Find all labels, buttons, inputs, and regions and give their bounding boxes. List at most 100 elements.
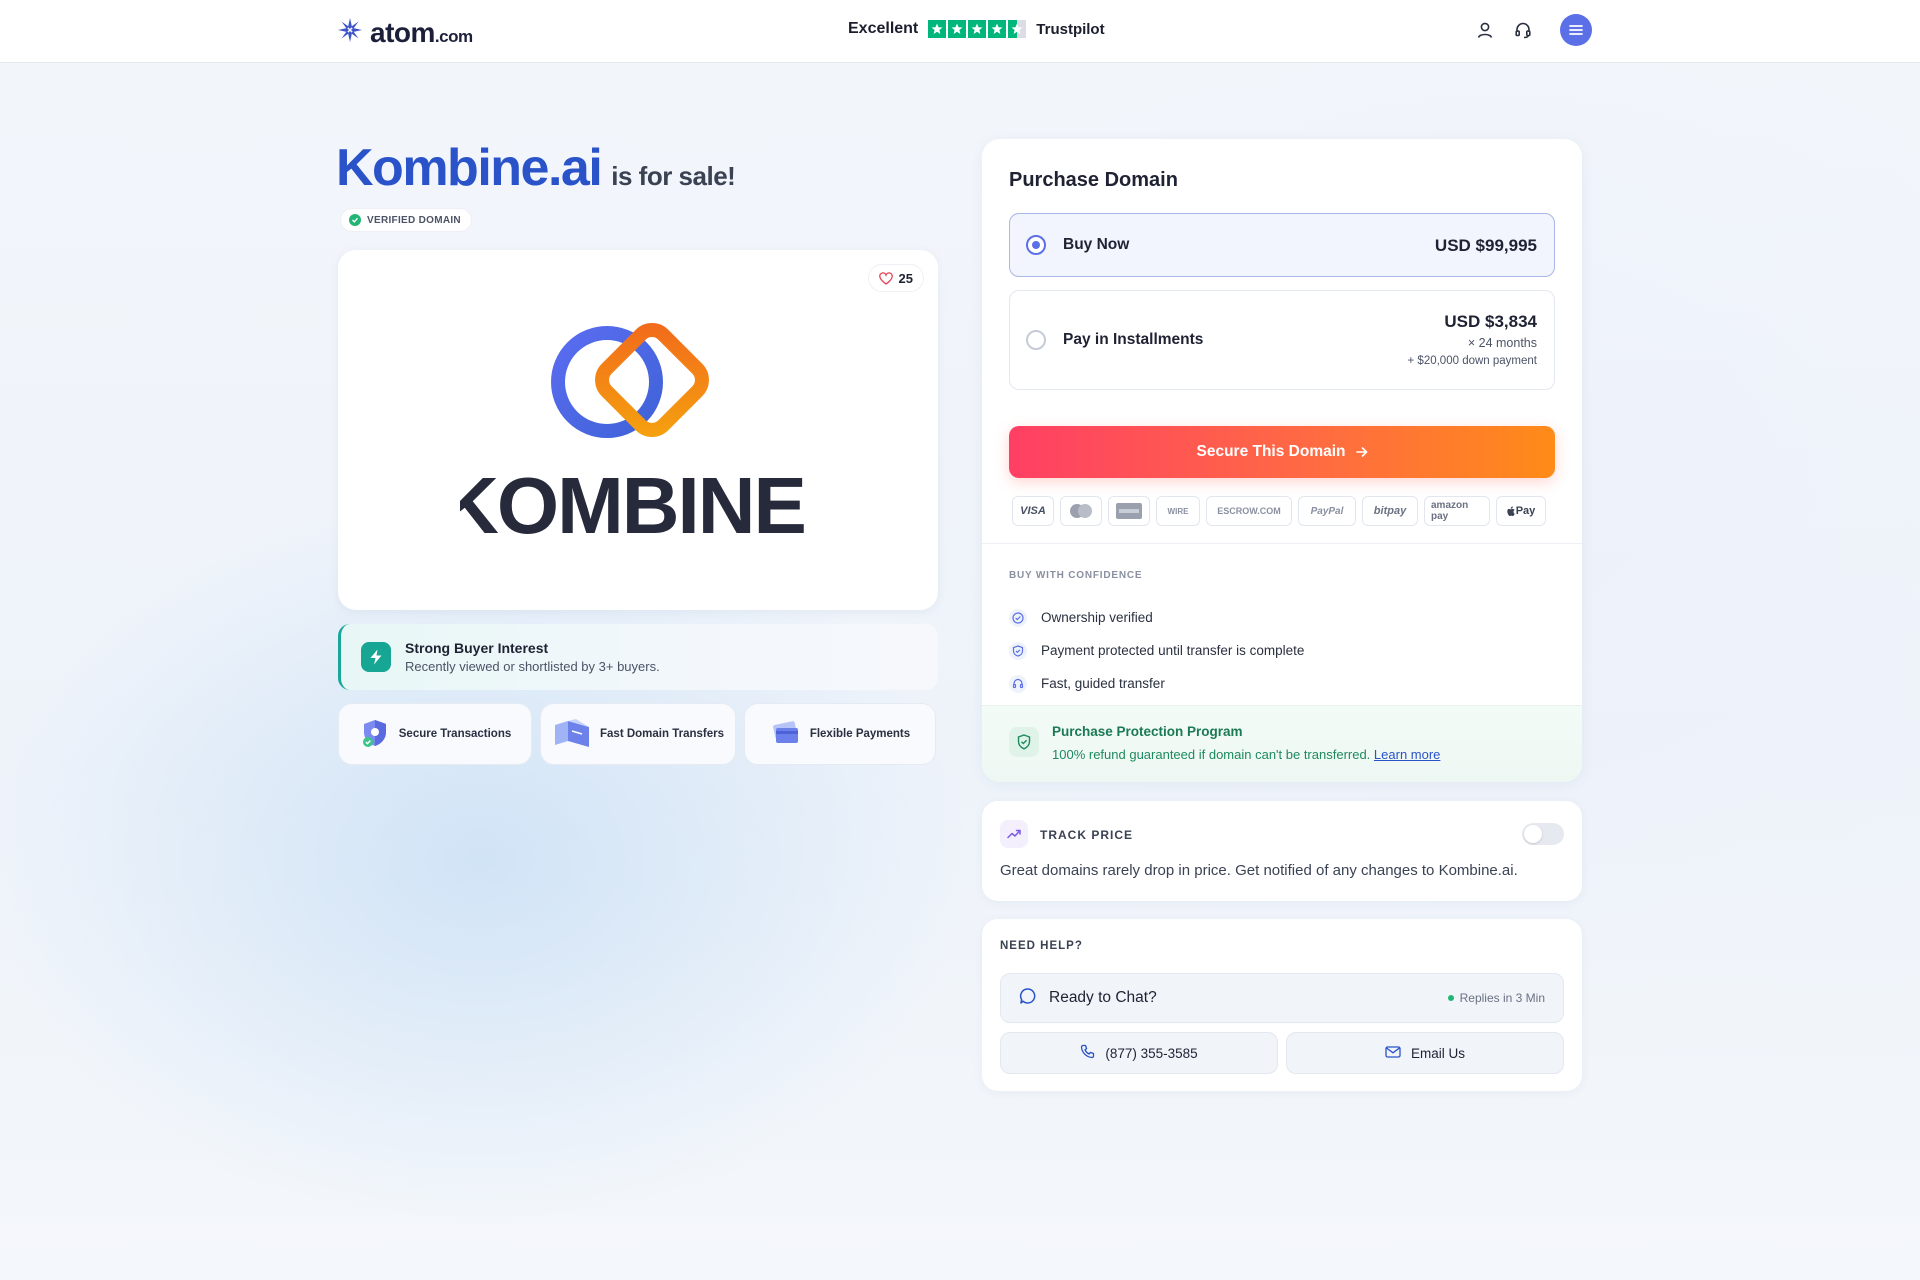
help-title: NEED HELP? bbox=[1000, 940, 1083, 952]
apple-pay-logo: Pay bbox=[1496, 496, 1546, 526]
divider bbox=[982, 543, 1582, 544]
chat-button[interactable]: Ready to Chat? Replies in 3 Min bbox=[1000, 973, 1564, 1023]
confidence-list: Ownership verified Payment protected unt… bbox=[1009, 601, 1304, 700]
purchase-panel: Purchase Domain Buy Now USD $99,995 Pay … bbox=[982, 139, 1582, 782]
radio-installments[interactable] bbox=[1026, 330, 1046, 350]
kombine-logo: KOMBINE bbox=[441, 318, 820, 550]
feature-label: Secure Transactions bbox=[398, 728, 512, 740]
headset-icon bbox=[1009, 674, 1027, 693]
online-indicator bbox=[1447, 995, 1454, 1001]
shield-icon bbox=[359, 717, 391, 752]
bitpay-logo: bitpay bbox=[1362, 496, 1418, 526]
buy-now-price: USD $99,995 bbox=[1434, 236, 1537, 255]
list-item: Ownership verified bbox=[1009, 601, 1304, 634]
domain-heading: Kombine.ai is for sale! bbox=[336, 138, 736, 198]
visa-logo: VISA bbox=[1012, 496, 1054, 526]
wire-transfer-logo: WIRE bbox=[1156, 496, 1200, 526]
escrow-logo: ESCROW.COM bbox=[1206, 496, 1292, 526]
domain-logo-card: 25 KOMBINE bbox=[338, 250, 938, 610]
installments-label: Pay in Installments bbox=[1063, 331, 1204, 348]
verified-badge: VERIFIED DOMAIN bbox=[340, 208, 472, 232]
menu-button[interactable] bbox=[1560, 14, 1592, 46]
shield-check-icon bbox=[1009, 641, 1027, 660]
trustpilot-brand: Trustpilot bbox=[1036, 20, 1105, 38]
for-sale-label: is for sale! bbox=[611, 161, 736, 191]
logo-wordmark-text: KOMBINE bbox=[460, 461, 805, 538]
track-price-title: TRACK PRICE bbox=[1040, 828, 1134, 842]
list-item: Payment protected until transfer is comp… bbox=[1009, 634, 1304, 667]
interest-subtitle: Recently viewed or shortlisted by 3+ buy… bbox=[405, 659, 660, 674]
track-price-toggle[interactable] bbox=[1522, 823, 1564, 845]
secure-domain-button[interactable]: Secure This Domain bbox=[1009, 426, 1555, 478]
option-installments[interactable]: Pay in Installments USD $3,834 × 24 mont… bbox=[1009, 290, 1555, 390]
star-icon bbox=[928, 20, 947, 38]
phone-button[interactable]: (877) 355-3585 bbox=[1000, 1032, 1278, 1074]
check-icon bbox=[349, 214, 361, 226]
email-label: Email Us bbox=[1410, 1045, 1465, 1061]
purchase-protection: Purchase Protection Program 100% refund … bbox=[982, 705, 1582, 782]
trustpilot-rating[interactable]: Excellent Trustpilot bbox=[848, 20, 1105, 38]
confidence-item-label: Ownership verified bbox=[1041, 610, 1153, 625]
amex-logo bbox=[1108, 496, 1150, 526]
trust-label: Excellent bbox=[848, 20, 919, 37]
track-price-text: Great domains rarely drop in price. Get … bbox=[1000, 862, 1518, 879]
trust-stars bbox=[928, 20, 1027, 38]
headset-icon[interactable] bbox=[1512, 19, 1534, 41]
star-icon bbox=[948, 20, 967, 38]
feature-flexible-payments: Flexible Payments bbox=[744, 703, 936, 765]
feature-fast-transfers: Fast Domain Transfers bbox=[540, 703, 736, 765]
arrow-right-icon bbox=[1355, 447, 1368, 457]
buyer-interest-banner: Strong Buyer Interest Recently viewed or… bbox=[338, 624, 938, 690]
learn-more-link[interactable]: Learn more bbox=[1374, 747, 1440, 762]
like-button[interactable]: 25 bbox=[867, 264, 924, 292]
interest-title: Strong Buyer Interest bbox=[405, 640, 549, 656]
mastercard-logo bbox=[1060, 496, 1102, 526]
wallet-icon bbox=[770, 719, 802, 750]
top-header: atom.com Excellent Trustpilot bbox=[0, 0, 1920, 63]
chat-status: Replies in 3 Min bbox=[1447, 991, 1545, 1005]
secure-domain-label: Secure This Domain bbox=[1196, 443, 1346, 460]
amazon-pay-logo: amazon pay bbox=[1424, 496, 1490, 526]
user-icon[interactable] bbox=[1474, 19, 1496, 41]
header-actions bbox=[1474, 14, 1592, 46]
phone-icon bbox=[1080, 1044, 1095, 1062]
atom-logo-icon bbox=[336, 16, 364, 49]
list-item: Fast, guided transfer bbox=[1009, 667, 1304, 700]
confidence-item-label: Fast, guided transfer bbox=[1041, 676, 1165, 691]
chat-label: Ready to Chat? bbox=[1049, 989, 1157, 1006]
paypal-logo: PayPal bbox=[1298, 496, 1356, 526]
site-logo[interactable]: atom.com bbox=[336, 16, 473, 49]
check-circle-icon bbox=[1009, 608, 1027, 627]
purchase-title: Purchase Domain bbox=[1009, 169, 1178, 191]
protection-title: Purchase Protection Program bbox=[1052, 724, 1243, 739]
feature-label: Fast Domain Transfers bbox=[600, 728, 724, 740]
transfer-icon bbox=[552, 717, 592, 752]
help-card: NEED HELP? Ready to Chat? Replies in 3 M… bbox=[982, 919, 1582, 1091]
logo-wordmark: atom.com bbox=[370, 16, 473, 48]
shield-icon bbox=[1009, 727, 1039, 757]
contact-options: (877) 355-3585 Email Us bbox=[1000, 1032, 1564, 1074]
verified-label: VERIFIED DOMAIN bbox=[367, 214, 461, 226]
option-buy-now[interactable]: Buy Now USD $99,995 bbox=[1009, 213, 1555, 277]
payment-methods: VISA WIRE ESCROW.COM PayPal bitpay amazo… bbox=[1012, 496, 1546, 526]
star-icon bbox=[988, 20, 1007, 38]
feature-secure-transactions: Secure Transactions bbox=[338, 703, 532, 765]
heart-icon bbox=[878, 271, 893, 285]
track-price-card: TRACK PRICE Great domains rarely drop in… bbox=[982, 801, 1582, 901]
lightning-icon bbox=[361, 642, 391, 672]
phone-number: (877) 355-3585 bbox=[1105, 1045, 1198, 1061]
installments-down-payment: + $20,000 down payment bbox=[1407, 355, 1537, 367]
chat-bubble-icon bbox=[1019, 987, 1037, 1010]
confidence-item-label: Payment protected until transfer is comp… bbox=[1041, 643, 1305, 658]
email-button[interactable]: Email Us bbox=[1286, 1032, 1564, 1074]
feature-tiles: Secure Transactions Fast Domain Transfer… bbox=[338, 703, 936, 765]
installments-term: × 24 months bbox=[1467, 336, 1537, 350]
radio-buy-now[interactable] bbox=[1026, 235, 1046, 255]
protection-text: 100% refund guaranteed if domain can't b… bbox=[1052, 747, 1441, 762]
buy-now-label: Buy Now bbox=[1063, 236, 1130, 253]
half-star-icon bbox=[1008, 20, 1027, 38]
trend-up-icon bbox=[1000, 820, 1028, 848]
hamburger-icon bbox=[1569, 25, 1583, 35]
like-count: 25 bbox=[898, 270, 913, 286]
mail-icon bbox=[1385, 1045, 1401, 1061]
